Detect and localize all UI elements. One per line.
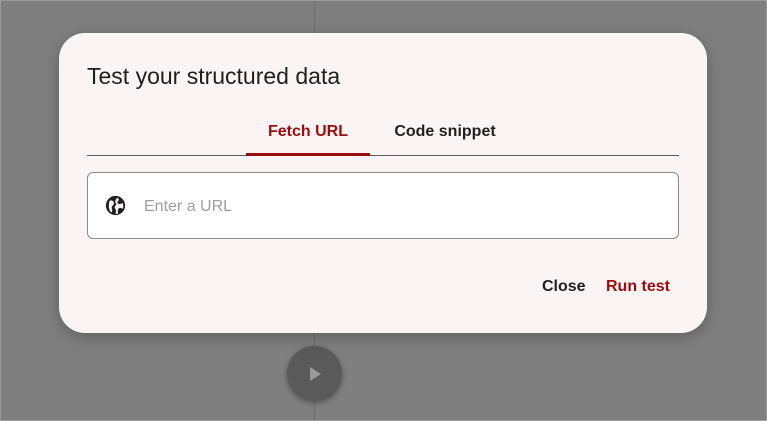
tab-bar: Fetch URL Code snippet <box>87 117 679 156</box>
run-test-button[interactable]: Run test <box>604 274 672 300</box>
tab-code-snippet[interactable]: Code snippet <box>387 117 503 155</box>
play-icon <box>309 366 321 381</box>
globe-icon <box>105 195 126 216</box>
play-button[interactable] <box>287 346 342 401</box>
url-field[interactable] <box>87 172 679 239</box>
url-input[interactable] <box>142 187 666 226</box>
dialog-title: Test your structured data <box>87 63 341 89</box>
tab-fetch-url[interactable]: Fetch URL <box>246 117 370 156</box>
close-button[interactable]: Close <box>540 274 588 300</box>
test-structured-data-dialog: Test your structured data Fetch URL Code… <box>59 33 707 333</box>
